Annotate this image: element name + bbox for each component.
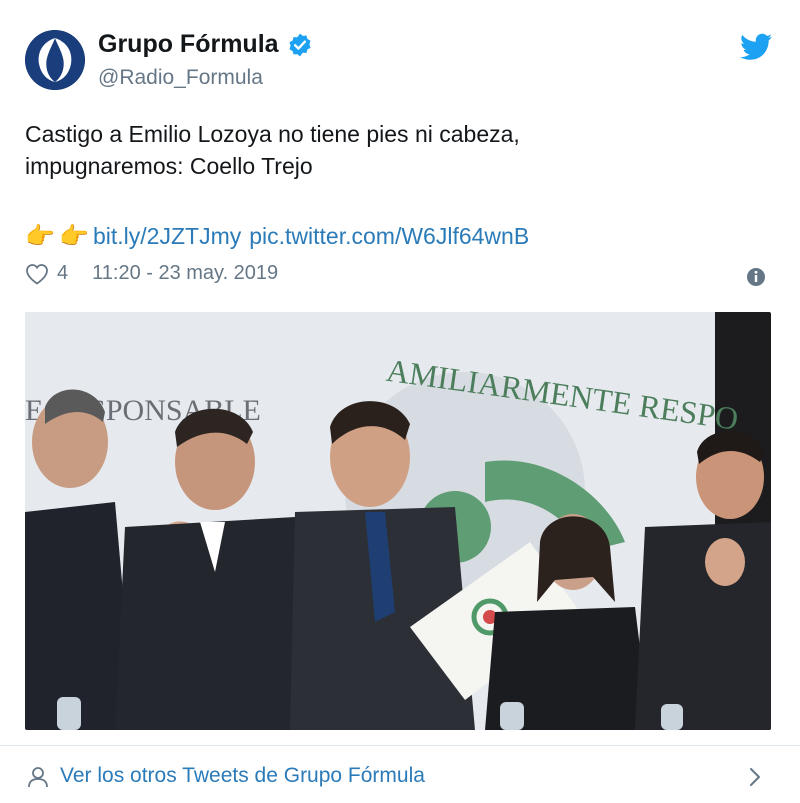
tweet-links: 👉 👉 bit.ly/2JZTJmy pic.twitter.com/W6Jlf…: [25, 222, 529, 251]
photo-illustration: E RESPONSABLE AMILIARMENTE RESPO: [25, 312, 771, 730]
grupo-formula-logo: [25, 30, 85, 90]
embedded-tweet: Grupo Fórmula @Radio_Formula Castigo a E…: [0, 0, 800, 803]
short-link[interactable]: bit.ly/2JZTJmy: [93, 223, 241, 250]
tweet-text: Castigo a Emilio Lozoya no tiene pies ni…: [25, 118, 765, 182]
avatar[interactable]: [25, 30, 85, 90]
info-icon[interactable]: [746, 267, 766, 287]
like-count[interactable]: 4: [57, 262, 68, 285]
pointing-hand-emoji: 👉: [59, 223, 89, 250]
twitter-bird-icon[interactable]: [740, 33, 772, 61]
tweet-text-line: impugnaremos: Coello Trejo: [25, 153, 313, 179]
tweet-photo[interactable]: E RESPONSABLE AMILIARMENTE RESPO: [25, 312, 771, 730]
person-icon: [28, 767, 48, 788]
chevron-right-icon[interactable]: [748, 766, 762, 788]
display-name[interactable]: Grupo Fórmula: [98, 30, 279, 59]
timestamp[interactable]: 11:20 - 23 may. 2019: [92, 262, 278, 285]
heart-icon[interactable]: [25, 263, 49, 285]
pic-link[interactable]: pic.twitter.com/W6Jlf64wnB: [249, 223, 529, 250]
tweet-text-line: Castigo a Emilio Lozoya no tiene pies ni…: [25, 121, 520, 147]
verified-icon: [289, 33, 311, 56]
tweet-meta: 4 11:20 - 23 may. 2019: [25, 262, 278, 285]
view-more-tweets-link[interactable]: Ver los otros Tweets de Grupo Fórmula: [0, 746, 800, 803]
view-more-tweets-label[interactable]: Ver los otros Tweets de Grupo Fórmula: [60, 764, 425, 788]
account-handle[interactable]: @Radio_Formula: [98, 66, 263, 90]
pointing-hand-emoji: 👉: [25, 223, 55, 250]
